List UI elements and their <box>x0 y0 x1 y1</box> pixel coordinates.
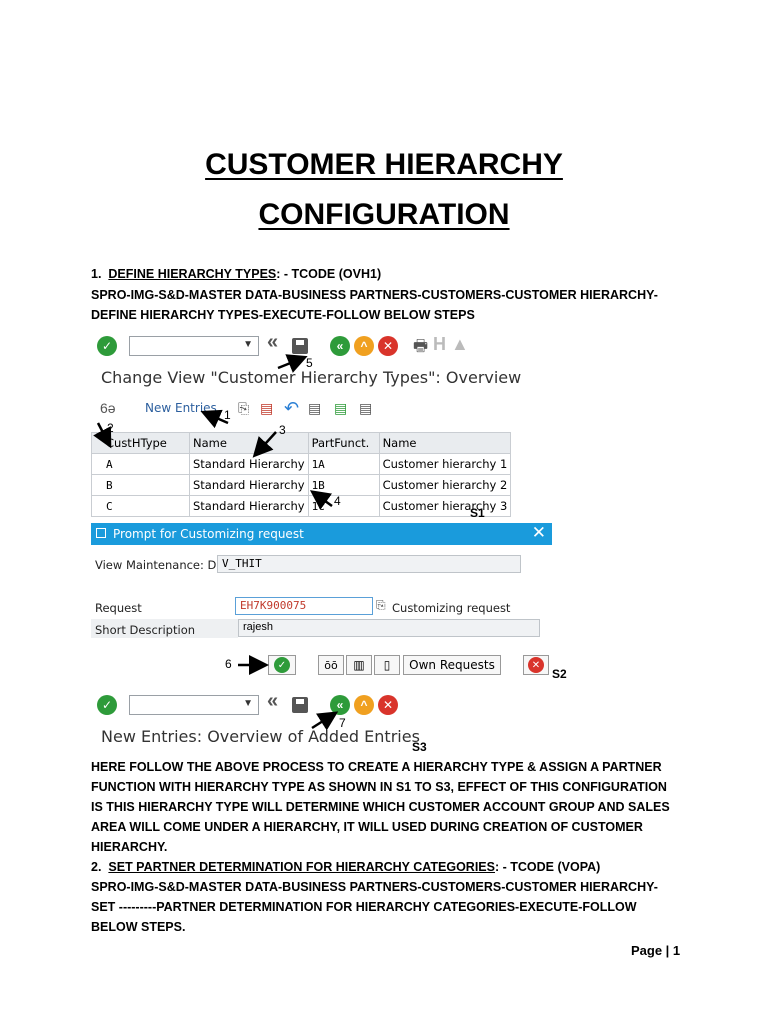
arrow-4 <box>309 490 333 510</box>
arrow-7 <box>311 711 339 731</box>
arrow-2 <box>93 422 112 449</box>
page-number: Page | 1 <box>631 943 681 958</box>
arrow-3 <box>252 431 277 458</box>
arrow-1 <box>200 409 229 429</box>
annotation-arrows <box>93 354 339 731</box>
arrow-5 <box>277 354 308 373</box>
